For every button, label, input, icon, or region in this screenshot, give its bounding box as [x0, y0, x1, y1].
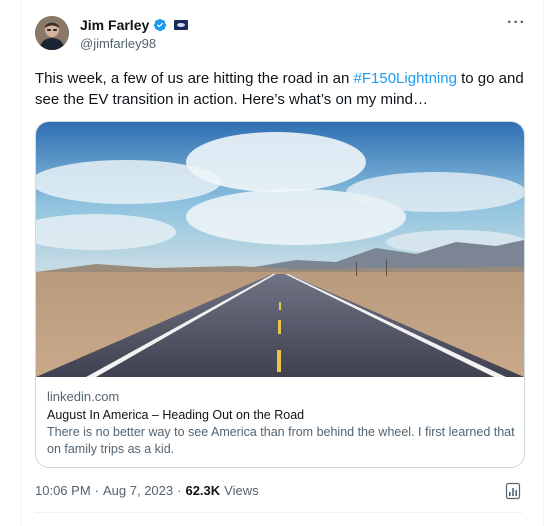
- author-handle[interactable]: @jimfarley98: [80, 36, 156, 51]
- analytics-icon[interactable]: [505, 482, 521, 500]
- views-count: 62.3K: [185, 483, 221, 498]
- card-meta: linkedin.com August In America – Heading…: [47, 388, 517, 458]
- separator-dot: ·: [177, 483, 182, 498]
- divider: [35, 512, 523, 513]
- separator-dot: ·: [94, 483, 99, 498]
- hashtag-link[interactable]: #F150Lightning: [354, 70, 457, 87]
- tweet-date[interactable]: Aug 7, 2023: [103, 483, 173, 498]
- avatar[interactable]: [35, 16, 69, 50]
- affiliate-badge-icon: [174, 20, 189, 30]
- card-title[interactable]: August In America – Heading Out on the R…: [47, 406, 517, 424]
- tweet-text: This week, a few of us are hitting the r…: [35, 68, 525, 110]
- tweet-footer: 10:06 PM · Aug 7, 2023 · 62.3K Views: [35, 483, 259, 498]
- tweet-text-before: This week, a few of us are hitting the r…: [35, 70, 354, 87]
- tweet-time[interactable]: 10:06 PM: [35, 483, 91, 498]
- card-image: [36, 122, 524, 377]
- more-options-icon[interactable]: ···: [507, 14, 526, 32]
- verified-badge-icon: [154, 18, 167, 32]
- link-card[interactable]: linkedin.com August In America – Heading…: [35, 121, 525, 468]
- card-domain: linkedin.com: [47, 389, 120, 404]
- views-label: Views: [224, 483, 259, 498]
- card-description: There is no better way to see America th…: [47, 425, 515, 456]
- author-name[interactable]: Jim Farley: [80, 17, 149, 33]
- author-name-row: Jim Farley: [80, 17, 189, 33]
